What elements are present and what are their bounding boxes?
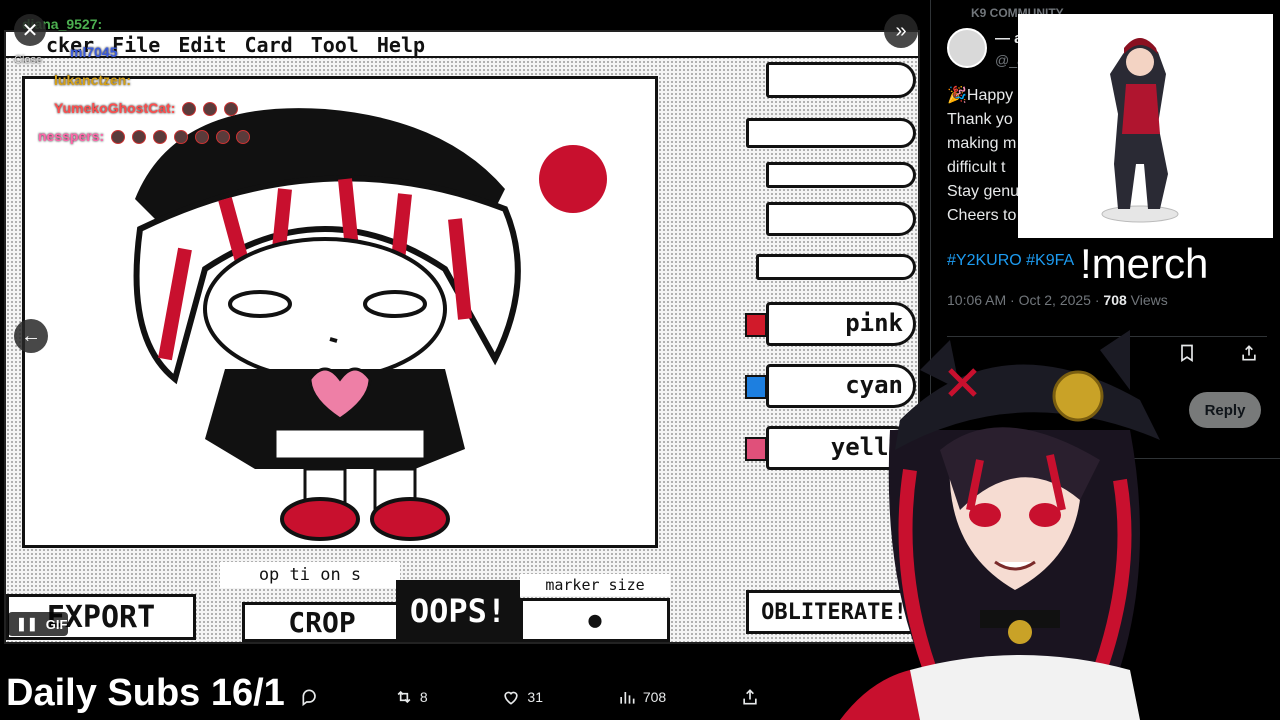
previous-button[interactable]: ← <box>14 319 48 353</box>
spray-tool[interactable] <box>766 202 916 236</box>
chat-user: ml7045 <box>70 44 118 60</box>
share-icon <box>743 689 757 705</box>
chat-user: nesspers: <box>38 128 105 144</box>
ink-pen-tool[interactable] <box>766 162 916 188</box>
daily-subs-overlay: Daily Subs 16/1 <box>6 672 285 714</box>
emote-icon <box>224 102 239 117</box>
acrylic-stand-image <box>1101 38 1179 223</box>
oops-button[interactable]: OOPS! <box>396 580 520 642</box>
double-chevron-right-icon: » <box>895 19 907 42</box>
views-icon <box>620 692 635 704</box>
pompom <box>539 145 607 213</box>
emote-icon <box>152 130 167 145</box>
emote-icon <box>131 130 146 145</box>
marker-size-label: marker size <box>545 576 645 594</box>
chat-user: YumekoGhostCat: <box>54 100 176 116</box>
emote-icon <box>236 130 251 145</box>
menu-tool: Tool <box>310 33 359 57</box>
media-viewer: cker File Edit Card Tool Help pink cyan … <box>0 0 930 720</box>
emote-icon <box>173 130 188 145</box>
close-tooltip: Close <box>14 54 43 66</box>
emote-icon <box>111 130 126 145</box>
marker-size-title: marker size <box>520 574 670 596</box>
close-button[interactable]: ✕ <box>14 14 46 46</box>
eraser-tool[interactable] <box>756 254 916 280</box>
vtuber-avatar <box>840 330 1160 720</box>
options-label-box: op ti on s <box>220 562 400 588</box>
tweet-views-label: Views <box>1126 292 1168 308</box>
chibi-drawing <box>133 108 607 541</box>
avatar[interactable] <box>947 28 987 68</box>
chat-line: YumekoGhostCat: <box>54 100 239 117</box>
retweet-action[interactable]: 8 <box>394 687 428 707</box>
chat-user: lukanctzen: <box>54 72 132 88</box>
fountain-pen-tool[interactable] <box>766 62 916 98</box>
merch-card <box>1018 14 1273 238</box>
reply-action[interactable] <box>300 687 320 707</box>
emote-icon <box>194 130 209 145</box>
arrow-left-icon: ← <box>21 324 41 347</box>
gif-badge[interactable]: ❚❚ GIF <box>8 612 68 636</box>
merch-command-label: !merch <box>1080 240 1209 287</box>
close-icon: ✕ <box>21 19 39 42</box>
like-action[interactable]: 31 <box>501 687 543 707</box>
paint-app-window: cker File Edit Card Tool Help pink cyan … <box>4 30 920 644</box>
share-icon[interactable] <box>1239 343 1259 363</box>
menu-card: Card <box>244 33 293 57</box>
menu-edit: Edit <box>178 33 227 57</box>
retweet-count: 8 <box>419 689 428 705</box>
marker-yellow-cap <box>745 437 767 461</box>
paint-menubar: cker File Edit Card Tool Help <box>6 32 918 58</box>
like-count: 31 <box>527 689 543 705</box>
pause-icon: ❚❚ <box>16 616 38 631</box>
chat-line: ml7045 <box>70 44 117 60</box>
options-label: op ti on s <box>258 565 362 585</box>
crop-label: CROP <box>288 605 356 639</box>
marker-cyan-cap <box>745 375 767 399</box>
views-action[interactable]: 708 <box>617 687 666 707</box>
chat-line: lukanctzen: <box>54 72 131 88</box>
reply-icon <box>302 689 316 707</box>
emote-icon <box>203 102 218 117</box>
retweet-icon <box>397 690 411 704</box>
marker-size-dot-icon: ● <box>588 607 602 633</box>
marker-size-slider[interactable]: ● <box>520 598 670 642</box>
media-action-bar: 8 31 708 <box>300 680 760 714</box>
brush-tool[interactable] <box>746 118 916 148</box>
chat-line: nesspers: <box>38 128 251 145</box>
drawing-canvas <box>22 76 658 548</box>
oops-label: OOPS! <box>409 592 507 630</box>
tweet-timestamp[interactable]: 10:06 AM · Oct 2, 2025 · <box>947 292 1103 308</box>
emote-icon <box>182 102 197 117</box>
crop-button[interactable]: CROP <box>242 602 402 642</box>
tweet-meta: 10:06 AM · Oct 2, 2025 · 708 Views <box>947 292 1168 308</box>
tweet-views-count: 708 <box>1103 292 1127 308</box>
menu-help: Help <box>376 33 426 57</box>
hashtags[interactable]: #Y2KURO #K9FA <box>947 252 1074 270</box>
marker-pink-cap <box>745 313 767 337</box>
emote-icon <box>215 130 230 145</box>
heart-icon <box>504 691 519 705</box>
share-action[interactable] <box>740 687 760 707</box>
views-count: 708 <box>642 689 667 705</box>
expand-button[interactable]: » <box>884 14 918 48</box>
gif-label: GIF <box>45 616 68 632</box>
menu-file: File <box>112 33 161 57</box>
